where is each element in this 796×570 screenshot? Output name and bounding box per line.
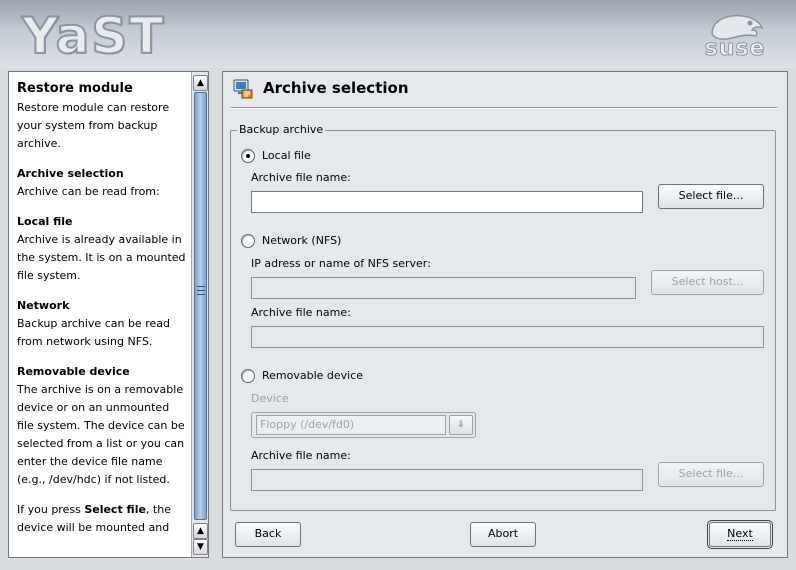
local-file-radio[interactable]: [241, 149, 255, 163]
help-text-archive-selection: Archive can be read from:: [17, 185, 160, 198]
next-button-label: Next: [727, 527, 753, 541]
help-heading-local-file: Local file: [17, 215, 73, 228]
suse-logo-text: suse: [704, 36, 766, 62]
backup-archive-group: Backup archive Local file Archive file n…: [230, 123, 776, 511]
removable-device-radio-row[interactable]: Removable device: [241, 368, 363, 384]
removable-archive-file-label: Archive file name:: [251, 449, 351, 462]
device-combo-value[interactable]: Floppy (/dev/fd0): [256, 415, 446, 435]
removable-device-label: Removable device: [262, 369, 364, 382]
removable-select-file-button[interactable]: Select file...: [658, 462, 764, 487]
help-panel: Restore module Restore module can restor…: [8, 71, 209, 558]
removable-archive-file-input[interactable]: [251, 469, 643, 491]
local-archive-file-label: Archive file name:: [251, 171, 351, 184]
abort-button[interactable]: Abort: [470, 522, 536, 547]
help-footer-bold: Select file: [84, 503, 146, 516]
select-host-button[interactable]: Select host...: [651, 270, 764, 295]
nfs-server-input[interactable]: [251, 277, 636, 299]
suse-logo: suse: [698, 10, 770, 62]
help-intro: Restore module can restore your system f…: [17, 101, 170, 150]
help-scrollbar[interactable]: ▲ ▲ ▼: [191, 72, 208, 557]
network-label: Network (NFS): [262, 234, 342, 247]
local-archive-file-input[interactable]: [251, 191, 643, 213]
next-button[interactable]: Next: [707, 520, 773, 549]
title-divider: [231, 107, 777, 109]
scroll-down-button[interactable]: ▼: [193, 539, 208, 555]
scroll-up-button[interactable]: ▲: [193, 75, 208, 91]
help-content: Restore module Restore module can restor…: [17, 80, 189, 537]
page-title: Archive selection: [263, 79, 409, 97]
network-radio[interactable]: [241, 234, 255, 248]
network-archive-file-label: Archive file name:: [251, 306, 351, 319]
yast-logo: YaST: [21, 7, 166, 65]
help-title: Restore module: [17, 81, 133, 96]
scroll-grip-icon: [197, 286, 205, 295]
local-select-file-button[interactable]: Select file...: [658, 184, 764, 209]
network-archive-file-input[interactable]: [251, 326, 764, 348]
help-footer: If you press Select file, the device wil…: [17, 501, 189, 537]
top-banner: YaST suse: [0, 0, 796, 68]
scroll-up-button-lower[interactable]: ▲: [193, 523, 208, 539]
help-heading-archive-selection: Archive selection: [17, 167, 124, 180]
help-text-network: Backup archive can be read from network …: [17, 317, 170, 348]
local-file-label: Local file: [262, 149, 311, 162]
archive-monitor-icon: [232, 78, 254, 100]
removable-device-radio[interactable]: [241, 369, 255, 383]
help-text-removable-device: The archive is on a removable device or …: [17, 383, 185, 486]
scroll-thumb[interactable]: [194, 92, 207, 520]
network-radio-row[interactable]: Network (NFS): [241, 233, 341, 249]
help-text-local-file: Archive is already available in the syst…: [17, 233, 186, 282]
device-combo[interactable]: Floppy (/dev/fd0) ⇓: [251, 412, 476, 438]
local-file-radio-row[interactable]: Local file: [241, 148, 311, 164]
help-heading-removable-device: Removable device: [17, 365, 130, 378]
device-label: Device: [251, 392, 289, 405]
back-button[interactable]: Back: [235, 522, 301, 547]
main-panel: Archive selection Backup archive Local f…: [222, 71, 788, 558]
nfs-server-label: IP adress or name of NFS server:: [251, 257, 431, 270]
help-heading-network: Network: [17, 299, 70, 312]
combo-arrow-down-icon[interactable]: ⇓: [449, 415, 473, 435]
help-footer-pre: If you press: [17, 503, 85, 516]
group-label: Backup archive: [237, 123, 326, 137]
